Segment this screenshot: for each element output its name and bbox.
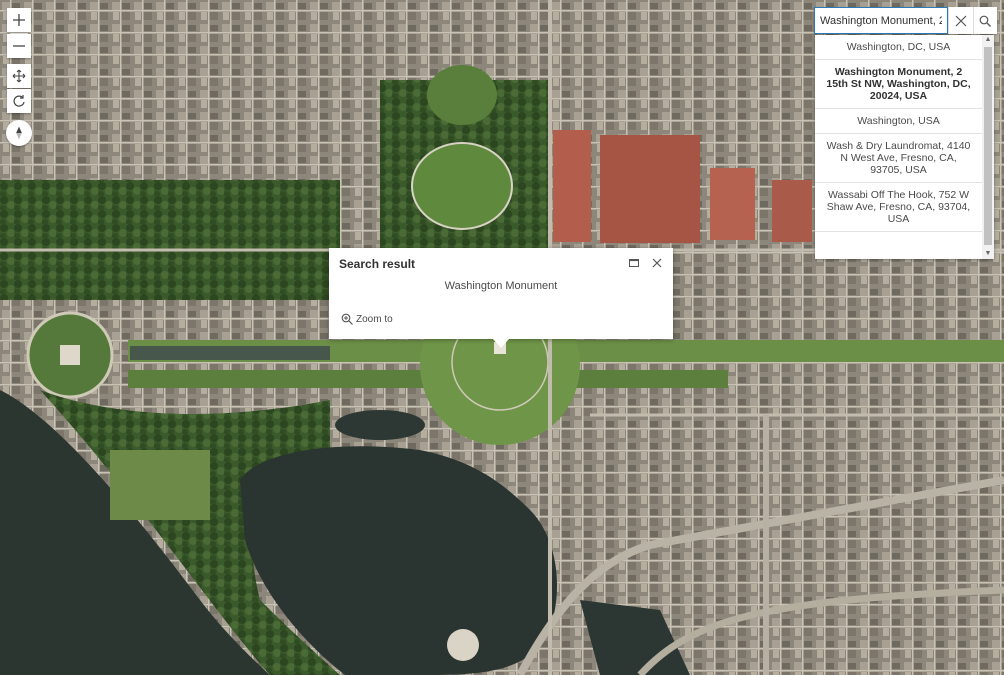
popup-pointer xyxy=(493,339,509,348)
building xyxy=(772,180,812,242)
rotate-button[interactable] xyxy=(7,89,31,113)
search-suggestions: Washington, DC, USA Washington Monument,… xyxy=(815,35,994,259)
move-arrows-icon xyxy=(12,69,26,83)
scrollbar-thumb[interactable] xyxy=(984,47,992,245)
search-icon xyxy=(979,15,992,27)
white-house-lawn xyxy=(427,65,497,125)
popup-title: Search result xyxy=(339,257,416,271)
pan-button[interactable] xyxy=(7,64,31,88)
scroll-down-icon[interactable]: ▼ xyxy=(984,250,992,258)
scroll-up-icon[interactable]: ▲ xyxy=(984,36,992,44)
search-submit-button[interactable] xyxy=(972,7,998,34)
rotate-icon xyxy=(13,95,25,107)
search-result-popup: Search result Washington Monument Zoom t… xyxy=(329,248,673,348)
jefferson-memorial xyxy=(447,629,479,661)
close-icon xyxy=(955,15,967,26)
suggestion-item[interactable]: Washington, DC, USA xyxy=(815,35,982,60)
zoom-to-button[interactable]: Zoom to xyxy=(341,313,393,325)
zoom-in-button[interactable] xyxy=(7,8,31,32)
zoom-out-button[interactable] xyxy=(7,34,31,58)
zoom-to-label: Zoom to xyxy=(356,313,393,325)
scrollbar[interactable]: ▲ ▼ xyxy=(982,35,994,259)
suggestion-item[interactable]: Wash & Dry Laundromat, 4140 N West Ave, … xyxy=(815,134,982,183)
reflecting-pool xyxy=(130,346,330,360)
popup-content: Washington Monument xyxy=(444,280,558,292)
playing-fields xyxy=(110,450,210,520)
tree-cover xyxy=(0,180,340,300)
search-input[interactable] xyxy=(814,7,948,34)
zoom-in-magnifier-icon xyxy=(341,313,353,325)
plus-icon xyxy=(13,14,25,26)
compass-button[interactable] xyxy=(6,120,32,146)
pond xyxy=(335,410,425,440)
building xyxy=(710,168,755,240)
close-icon[interactable] xyxy=(650,256,664,270)
clear-search-button[interactable] xyxy=(948,7,973,34)
compass-icon xyxy=(16,126,22,140)
dock-icon[interactable] xyxy=(627,256,641,270)
building xyxy=(553,130,591,242)
search-widget xyxy=(814,7,997,34)
minus-icon xyxy=(13,45,25,47)
suggestion-item[interactable]: Washington, USA xyxy=(815,109,982,134)
lincoln-memorial xyxy=(60,345,80,365)
ellipse-lawn xyxy=(411,142,513,230)
suggestion-item[interactable]: Washington Monument, 2 15th St NW, Washi… xyxy=(815,60,982,109)
building xyxy=(600,135,700,243)
suggestion-item[interactable]: Wassabi Off The Hook, 752 W Shaw Ave, Fr… xyxy=(815,183,982,232)
